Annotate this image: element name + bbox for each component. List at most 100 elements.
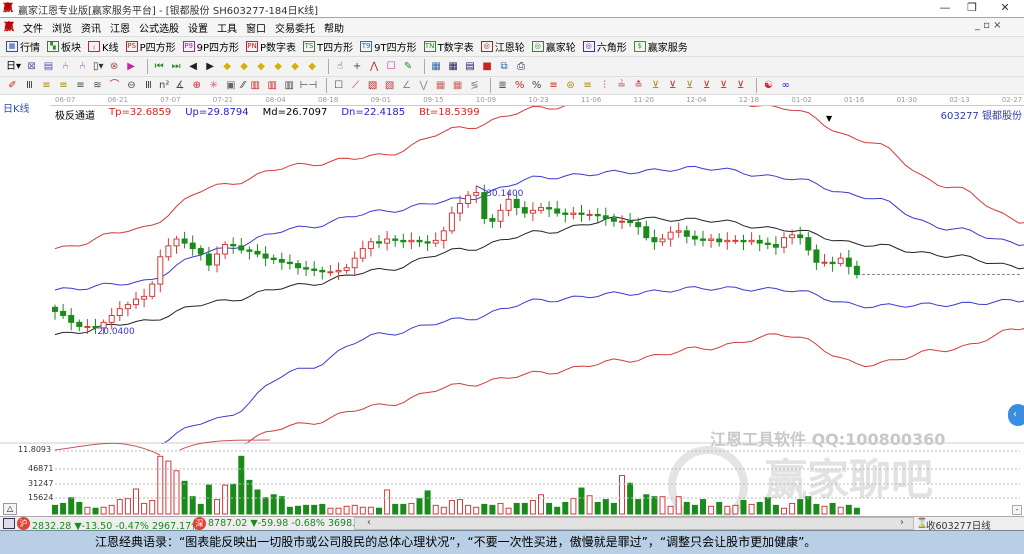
save-icon[interactable]: ■	[481, 60, 494, 73]
toolbar-button-p-number-table[interactable]: PN P数字表	[246, 39, 296, 54]
next-icon[interactable]: ▶	[204, 60, 217, 73]
angle-icon[interactable]: ∡	[173, 79, 186, 92]
tool-3-icon[interactable]: ≡	[547, 79, 560, 92]
star-icon[interactable]: ✳	[207, 79, 220, 92]
scroll-left-icon[interactable]: ‹	[367, 517, 371, 528]
horizontal-scrollbar[interactable]: ‹ ›	[354, 517, 914, 530]
zoom-left-icon[interactable]: ◆	[255, 60, 268, 73]
side-panel-toggle-icon[interactable]: ‹	[1008, 404, 1024, 426]
tool-14-icon[interactable]: ⊻	[734, 79, 747, 92]
rect-icon[interactable]: ☐	[332, 79, 345, 92]
print-icon[interactable]: ⎙	[515, 60, 528, 73]
v-icon[interactable]: ⋁	[417, 79, 430, 92]
tool-10-icon[interactable]: ⊻	[666, 79, 679, 92]
tool-8-icon[interactable]: ≛	[632, 79, 645, 92]
percent-icon[interactable]: %	[530, 79, 543, 92]
red-grid-icon[interactable]: ▥	[249, 79, 262, 92]
gann-fan-icon[interactable]: ⟋	[349, 79, 362, 92]
memo-icon[interactable]: ✎	[402, 60, 415, 73]
toolbar-button-blocks[interactable]: ▚ 板块	[47, 39, 81, 54]
fib-icon[interactable]: ≡	[74, 79, 87, 92]
fib2-icon[interactable]: ≋	[91, 79, 104, 92]
menu-item[interactable]: 帮助	[324, 20, 344, 35]
toolbar-button-t-number-table[interactable]: TN T数字表	[423, 39, 474, 54]
infinity-icon[interactable]: ∞	[779, 79, 792, 92]
tool-13-icon[interactable]: ⊻	[717, 79, 730, 92]
menu-item[interactable]: 公式选股	[139, 20, 179, 35]
toolbar-button-t-square[interactable]: TS T四方形	[303, 39, 353, 54]
multi-line-icon[interactable]: ≶	[468, 79, 481, 92]
yin-yang-icon[interactable]: ☯	[762, 79, 775, 92]
grid-b-icon[interactable]: ▦	[451, 79, 464, 92]
menu-item[interactable]: 工具	[217, 20, 237, 35]
scroll-right-icon[interactable]: ›	[900, 517, 904, 528]
toolbar-button-9p-square[interactable]: P9 9P四方形	[182, 39, 239, 54]
circle-icon[interactable]: ⊖	[125, 79, 138, 92]
gann-box-icon[interactable]: ▧	[366, 79, 379, 92]
tag-icon[interactable]: ☐	[385, 60, 398, 73]
menu-item[interactable]: 文件	[23, 20, 43, 35]
calculator-icon[interactable]: ▦	[447, 60, 460, 73]
tool-11-icon[interactable]: ⊻	[683, 79, 696, 92]
expand-pane-button[interactable]: △	[3, 503, 17, 515]
report-icon[interactable]: ▤	[464, 60, 477, 73]
pane-minus-button[interactable]: -	[1012, 505, 1022, 515]
toolbar-button-kline[interactable]: ╷ K线	[88, 39, 119, 54]
candle-icon[interactable]: ▯▾	[93, 60, 104, 73]
menu-item[interactable]: 设置	[188, 20, 208, 35]
lines-icon[interactable]: Ⅲ	[142, 79, 155, 92]
arc-icon[interactable]: ⌒	[108, 79, 121, 92]
zoom-right-icon[interactable]: ◆	[272, 60, 285, 73]
flag-icon[interactable]: ▶	[125, 60, 138, 73]
toolbar-button-grid[interactable]: ▦ 行情	[6, 39, 40, 54]
zoom-down-icon[interactable]: ◆	[238, 60, 251, 73]
pen-icon[interactable]: ✐	[6, 79, 19, 92]
chart-style-icon[interactable]: ⊠	[25, 60, 38, 73]
target-icon[interactable]: ⊕	[190, 79, 203, 92]
menu-item[interactable]: 交易委托	[275, 20, 315, 35]
network-icon[interactable]: ⧉	[498, 60, 511, 73]
mdi-controls[interactable]: _ ▫ ×	[975, 20, 1002, 31]
toolbar-button-gann-wheel[interactable]: ◎ 江恩轮	[480, 39, 525, 54]
bars-icon[interactable]: ⑃	[59, 60, 72, 73]
tool-2-icon[interactable]: %	[513, 79, 526, 92]
menu-item[interactable]: 资讯	[81, 20, 101, 35]
kline-chart[interactable]: 30.1400 20.0400	[0, 106, 1024, 516]
toolbar-button-p-square[interactable]: PS P四方形	[125, 39, 176, 54]
tool-9-icon[interactable]: ⊻	[649, 79, 662, 92]
zoom-up-icon[interactable]: ◆	[221, 60, 234, 73]
gold-1-icon[interactable]: ≡	[40, 79, 53, 92]
speed-icon[interactable]: ⁄⁄	[241, 79, 244, 92]
grid-a-icon[interactable]: ▦	[434, 79, 447, 92]
calendar-icon[interactable]: ▦	[430, 60, 443, 73]
toolbar-button-dollar[interactable]: $ 赢家服务	[633, 39, 688, 54]
tool-7-icon[interactable]: ≟	[615, 79, 628, 92]
zoom-in-icon[interactable]: ◆	[289, 60, 302, 73]
tool-6-icon[interactable]: ⫶	[598, 79, 611, 92]
red-grid2-icon[interactable]: ▥	[266, 79, 279, 92]
hand-icon[interactable]: ☝	[334, 60, 347, 73]
minimize-button[interactable]: —	[930, 1, 960, 14]
draw-line-icon[interactable]: ⋀	[368, 60, 381, 73]
measure-icon[interactable]: ⊢⊣	[300, 79, 317, 92]
last-icon[interactable]: ⏭	[170, 60, 183, 73]
calculator-icon[interactable]	[3, 518, 15, 529]
close-button[interactable]: ✕	[990, 1, 1020, 14]
tool-5-icon[interactable]: ≡	[581, 79, 594, 92]
prev-icon[interactable]: ◀	[187, 60, 200, 73]
parallel-icon[interactable]: Ⅲ	[23, 79, 36, 92]
tool-1-icon[interactable]: ≣	[496, 79, 509, 92]
period-day-icon[interactable]: 日▾	[6, 60, 21, 73]
page-icon[interactable]: ▤	[42, 60, 55, 73]
gann-grid-icon[interactable]: ▧	[383, 79, 396, 92]
toolbar-button-hexagon[interactable]: ◎ 六角形	[582, 39, 627, 54]
first-icon[interactable]: ⏮	[153, 60, 166, 73]
box-icon[interactable]: ▣	[224, 79, 237, 92]
angle-line-icon[interactable]: ∠	[400, 79, 413, 92]
menu-item[interactable]: 浏览	[52, 20, 72, 35]
menu-item[interactable]: 江恩	[110, 20, 130, 35]
restore-button[interactable]: ❐	[957, 1, 987, 14]
bars2-icon[interactable]: ⑃	[76, 60, 89, 73]
cycle-icon[interactable]: ▥	[283, 79, 296, 92]
crosshair-icon[interactable]: +	[351, 60, 364, 73]
